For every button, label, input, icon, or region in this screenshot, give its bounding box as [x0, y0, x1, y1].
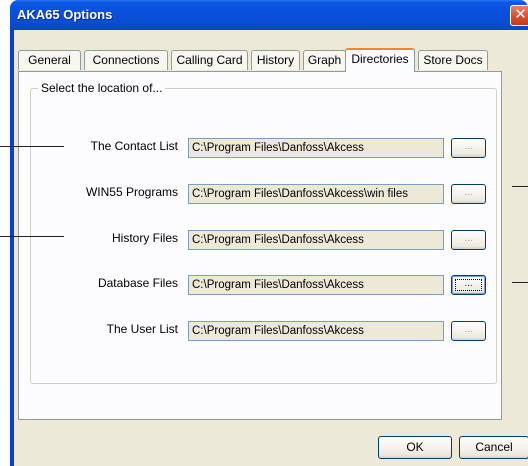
tab-label: General — [28, 53, 71, 67]
tab-label: Directories — [351, 52, 409, 66]
tab-label: Calling Card — [176, 53, 243, 67]
contact-list-path-field[interactable]: C:\Program Files\Danfoss\Akcess — [188, 138, 444, 158]
tab-connections[interactable]: Connections — [84, 50, 168, 70]
tab-label: Graph — [307, 53, 342, 67]
database-files-browse-button[interactable]: ... — [451, 275, 486, 295]
win55-programs-path-field[interactable]: C:\Program Files\Danfoss\Akcess\win file… — [188, 184, 444, 204]
history-files-browse-button[interactable]: ... — [451, 230, 486, 250]
history-files-label: History Files — [111, 231, 178, 245]
close-icon: ✕ — [514, 6, 527, 23]
dialog-client-area: General Connections Calling Card History… — [14, 30, 528, 466]
close-button[interactable]: ✕ — [510, 5, 528, 26]
history-files-path-field[interactable]: C:\Program Files\Danfoss\Akcess — [188, 230, 444, 250]
callout-line-contact-list — [0, 146, 64, 147]
tab-general[interactable]: General — [18, 50, 81, 70]
callout-line-history-files — [0, 236, 64, 237]
group-label: Select the location of... — [38, 81, 166, 95]
window-title: AKA65 Options — [17, 7, 113, 22]
callout-line-database-files — [512, 282, 528, 283]
title-bar[interactable]: AKA65 Options ✕ — [10, 0, 528, 30]
cancel-button[interactable]: Cancel — [459, 436, 528, 459]
database-files-label: Database Files — [97, 276, 178, 290]
user-list-path-field[interactable]: C:\Program Files\Danfoss\Akcess — [188, 321, 444, 341]
tab-directories[interactable]: Directories — [345, 48, 415, 72]
tab-store-docs[interactable]: Store Docs — [418, 50, 488, 70]
user-list-browse-button[interactable]: ... — [451, 321, 486, 341]
ok-button[interactable]: OK — [378, 436, 452, 459]
options-dialog: AKA65 Options ✕ General Connections Call… — [10, 0, 528, 466]
tab-history[interactable]: History — [251, 50, 300, 70]
database-files-path-field[interactable]: C:\Program Files\Danfoss\Akcess — [188, 275, 444, 295]
tab-graph[interactable]: Graph — [303, 50, 346, 70]
callout-line-win55-programs — [512, 186, 528, 187]
contact-list-browse-button[interactable]: ... — [451, 138, 486, 158]
tab-calling-card[interactable]: Calling Card — [171, 50, 248, 70]
tab-label: History — [256, 53, 295, 67]
win55-programs-browse-button[interactable]: ... — [451, 184, 486, 204]
tab-label: Store Docs — [423, 53, 483, 67]
win55-programs-label: WIN55 Programs — [85, 185, 178, 199]
tab-label: Connections — [92, 53, 160, 67]
user-list-label: The User List — [106, 322, 178, 336]
